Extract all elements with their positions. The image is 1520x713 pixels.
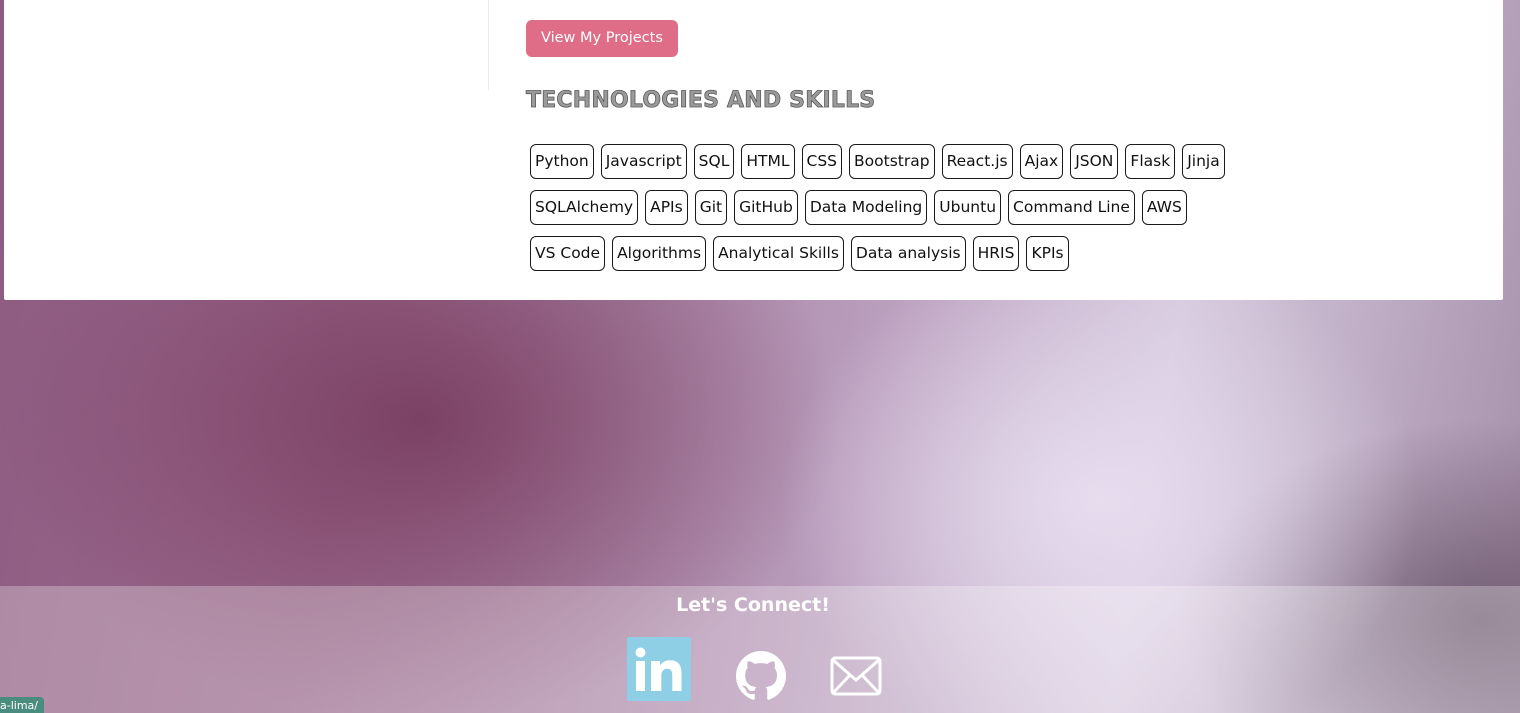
skill-tag: Flask (1125, 144, 1176, 179)
skill-tag: Data Modeling (804, 190, 928, 225)
skill-tag: Command Line (1008, 190, 1135, 225)
skill-tag: React.js (941, 144, 1013, 179)
skill-tag: GitHub (734, 190, 798, 225)
skill-tag: JSON (1070, 144, 1119, 179)
skill-tag: SQL (693, 144, 735, 179)
skill-tag: Python (530, 144, 594, 179)
skills-heading: TECHNOLOGIES AND SKILLS (526, 88, 876, 114)
skill-tag: HTML (741, 144, 795, 179)
skill-tag: KPIs (1026, 236, 1069, 271)
github-icon[interactable] (736, 651, 786, 701)
skill-tag: Analytical Skills (713, 236, 844, 271)
linkedin-icon[interactable] (627, 637, 691, 701)
footer-title: Let's Connect! (676, 594, 830, 616)
skill-tag: HRIS (972, 236, 1020, 271)
content-card: View My Projects TECHNOLOGIES AND SKILLS… (4, 0, 1503, 300)
skill-tag: Data analysis (850, 236, 966, 271)
skill-tag: Algorithms (612, 236, 707, 271)
view-projects-button[interactable]: View My Projects (526, 20, 678, 57)
skill-tag: Bootstrap (849, 144, 935, 179)
skill-tag: VS Code (530, 236, 606, 271)
skill-tag: Git (694, 190, 728, 225)
mail-icon[interactable] (830, 656, 882, 696)
skill-tag: Ubuntu (934, 190, 1002, 225)
column-divider (488, 0, 489, 90)
skill-tag: SQLAlchemy (530, 190, 639, 225)
skills-list: Python Javascript SQL HTML CSS Bootstrap React… (530, 144, 1250, 271)
skill-tag: Jinja (1182, 144, 1225, 179)
footer: Let's Connect! (0, 586, 1520, 713)
skill-tag: CSS (801, 144, 843, 179)
skill-tag: Javascript (600, 144, 687, 179)
skill-tag: Ajax (1019, 144, 1064, 179)
status-bar-url: a-lima/ (0, 697, 44, 713)
skill-tag: APIs (645, 190, 688, 225)
skill-tag: AWS (1141, 190, 1187, 225)
